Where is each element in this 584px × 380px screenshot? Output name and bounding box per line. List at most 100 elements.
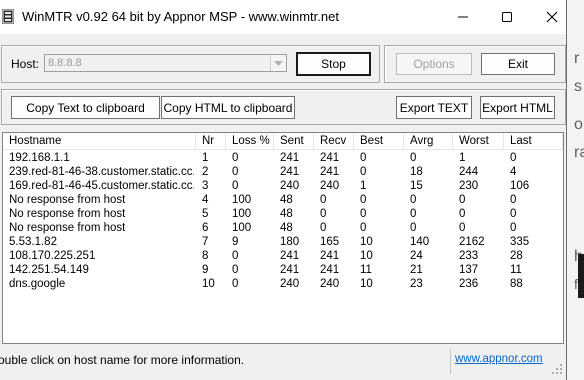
close-icon	[546, 11, 558, 23]
cell-last: 88	[510, 278, 523, 290]
options-button[interactable]: Options	[396, 53, 472, 75]
cell-avrg: 0	[410, 208, 417, 220]
window-title: WinMTR v0.92 64 bit by Appnor MSP - www.…	[22, 9, 339, 24]
cell-hostname: 192.168.1.1	[9, 152, 70, 164]
host-dropdown-button[interactable]	[270, 55, 286, 71]
cell-recv: 165	[320, 236, 340, 248]
column-header-avrg[interactable]: Avrg	[404, 133, 453, 149]
cell-sent: 48	[280, 194, 293, 206]
cell-avrg: 21	[410, 264, 423, 276]
cell-worst: 233	[459, 250, 479, 262]
cell-recv: 241	[320, 250, 340, 262]
minimize-button[interactable]	[440, 0, 486, 34]
cell-avrg: 15	[410, 180, 423, 192]
cell-sent: 240	[280, 180, 300, 192]
cell-avrg: 0	[410, 194, 417, 206]
copy-html-button[interactable]: Copy HTML to clipboard	[161, 96, 295, 119]
table-row[interactable]: 239.red-81-46-38.customer.static.cc... 2 0…	[3, 165, 563, 179]
column-header-last[interactable]: Last	[504, 133, 563, 149]
export-text-button[interactable]: Export TEXT	[396, 96, 472, 119]
copy-text-button[interactable]: Copy Text to clipboard	[11, 96, 160, 119]
cell-recv: 241	[320, 152, 340, 164]
table-row[interactable]: No response from host 4 100 48 0 0 0 0 0	[3, 193, 563, 207]
cell-loss: 0	[232, 180, 239, 192]
cell-nr: 6	[202, 222, 209, 234]
cell-best: 0	[360, 194, 367, 206]
cell-avrg: 140	[410, 236, 430, 248]
background-text: o	[574, 116, 583, 133]
options-button-label: Options	[413, 57, 455, 71]
column-header-nr[interactable]: Nr	[196, 133, 226, 149]
chevron-down-icon	[274, 61, 283, 66]
cell-nr: 7	[202, 236, 209, 248]
appnor-link[interactable]: www.appnor.com	[455, 353, 543, 365]
host-label: Host:	[11, 57, 40, 71]
cell-last: 28	[510, 250, 523, 262]
table-row[interactable]: No response from host 6 100 48 0 0 0 0 0	[3, 221, 563, 235]
title-bar[interactable]: WinMTR v0.92 64 bit by Appnor MSP - www.…	[0, 0, 566, 34]
minimize-icon	[458, 16, 468, 18]
cell-loss: 0	[232, 278, 239, 290]
cell-sent: 241	[280, 166, 300, 178]
cell-hostname: 5.53.1.82	[9, 236, 57, 248]
background-text: r	[574, 50, 580, 67]
export-html-button-label: Export HTML	[482, 100, 553, 115]
cell-sent: 180	[280, 236, 300, 248]
cell-best: 0	[360, 208, 367, 220]
table-row[interactable]: No response from host 5 100 48 0 0 0 0 0	[3, 207, 563, 221]
maximize-icon	[502, 12, 512, 22]
maximize-button[interactable]	[484, 0, 530, 34]
export-text-button-label: Export TEXT	[399, 100, 469, 115]
cell-avrg: 0	[410, 152, 417, 164]
column-header-loss[interactable]: Loss %	[226, 133, 274, 149]
cell-nr: 8	[202, 250, 209, 262]
table-row[interactable]: 169.red-81-46-45.customer.static.cc... 3 0…	[3, 179, 563, 193]
cell-recv: 0	[320, 222, 327, 234]
results-table[interactable]: Hostname Nr Loss % Sent Recv Best Avrg W…	[2, 132, 564, 344]
table-row[interactable]: 142.251.54.149 9 0 241 241 11 21 137 11	[3, 263, 563, 277]
cell-recv: 240	[320, 180, 340, 192]
cell-hostname: 239.red-81-46-38.customer.static.cc...	[9, 166, 194, 178]
table-row[interactable]: 192.168.1.1 1 0 241 241 0 0 1 0	[3, 151, 563, 165]
cell-best: 0	[360, 152, 367, 164]
cell-best: 0	[360, 166, 367, 178]
exit-button[interactable]: Exit	[481, 53, 555, 75]
column-header-worst[interactable]: Worst	[453, 133, 504, 149]
cell-loss: 0	[232, 264, 239, 276]
table-row[interactable]: dns.google 10 0 240 240 10 23 236 88	[3, 277, 563, 291]
cell-loss: 100	[232, 222, 252, 234]
cell-loss: 100	[232, 208, 252, 220]
cell-loss: 9	[232, 236, 239, 248]
export-html-button[interactable]: Export HTML	[480, 96, 555, 119]
table-header: Hostname Nr Loss % Sent Recv Best Avrg W…	[3, 133, 563, 150]
status-text: ouble click on host name for more inform…	[0, 353, 245, 367]
close-button[interactable]	[529, 0, 566, 34]
cell-avrg: 24	[410, 250, 423, 262]
cell-hostname: No response from host	[9, 222, 126, 234]
cell-best: 10	[360, 278, 373, 290]
column-header-hostname[interactable]: Hostname	[3, 133, 196, 149]
column-header-best[interactable]: Best	[354, 133, 404, 149]
resize-grip-icon[interactable]	[552, 364, 563, 375]
cell-nr: 10	[202, 278, 215, 290]
table-row[interactable]: 108.170.225.251 8 0 241 241 10 24 233 28	[3, 249, 563, 263]
table-row[interactable]: 5.53.1.82 7 9 180 165 10 140 2162 335	[3, 235, 563, 249]
cell-last: 0	[510, 152, 517, 164]
cell-nr: 3	[202, 180, 209, 192]
cell-recv: 240	[320, 278, 340, 290]
cell-avrg: 23	[410, 278, 423, 290]
host-combobox[interactable]: 8.8.8.8	[44, 54, 287, 72]
stop-button[interactable]: Stop	[296, 52, 371, 76]
copy-html-button-label: Copy HTML to clipboard	[163, 100, 293, 115]
status-separator	[450, 348, 451, 374]
cell-last: 4	[510, 166, 517, 178]
cell-nr: 5	[202, 208, 209, 220]
column-header-recv[interactable]: Recv	[314, 133, 354, 149]
cell-loss: 0	[232, 152, 239, 164]
cell-worst: 1	[459, 152, 466, 164]
column-header-sent[interactable]: Sent	[274, 133, 314, 149]
cell-worst: 0	[459, 208, 466, 220]
cell-recv: 0	[320, 194, 327, 206]
cell-worst: 236	[459, 278, 479, 290]
cell-recv: 241	[320, 166, 340, 178]
